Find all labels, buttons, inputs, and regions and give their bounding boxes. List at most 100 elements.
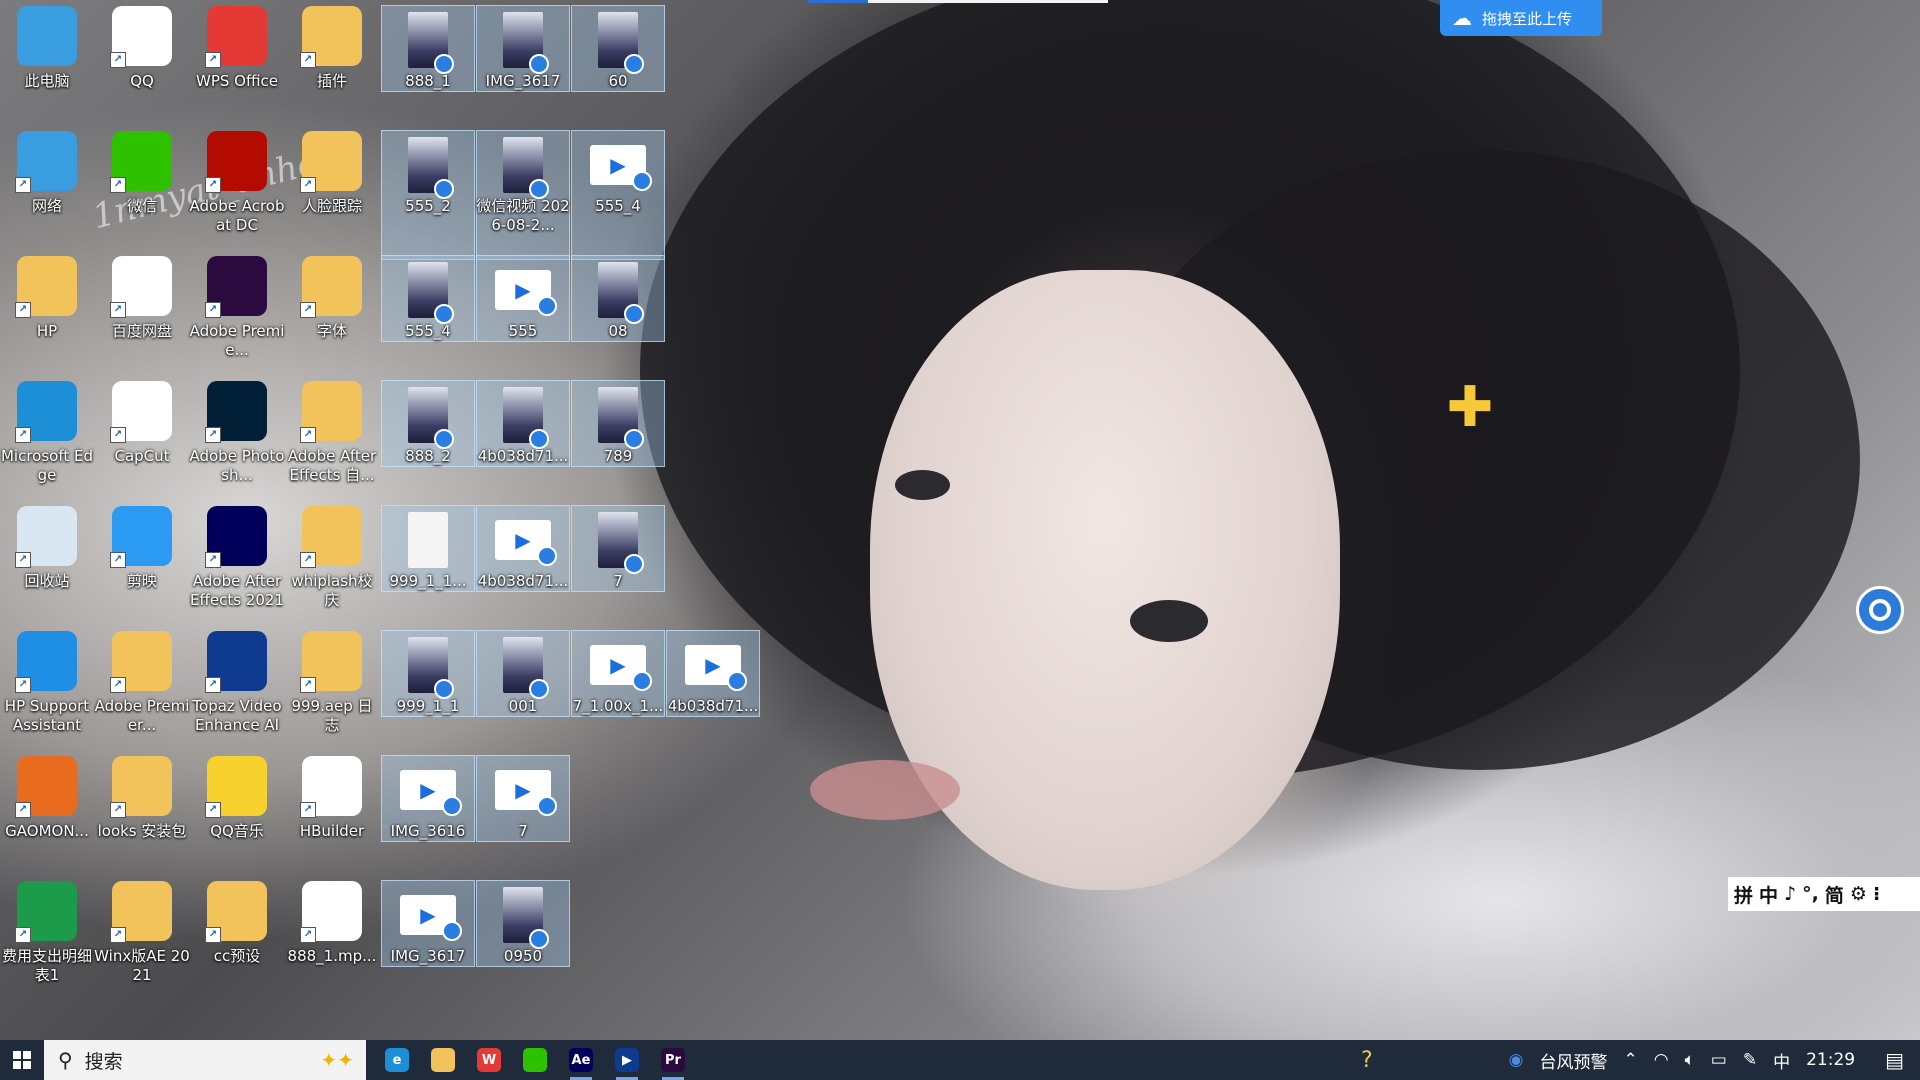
desktop-file[interactable]: 微信视频 2026-08-2...: [476, 130, 570, 260]
ime-toolbar-item[interactable]: ⚙: [1850, 883, 1867, 905]
desktop-icon[interactable]: ↗ HP: [0, 250, 94, 370]
desktop-icon-label: Adobe After Effects 自...: [287, 447, 377, 484]
pen-icon[interactable]: ✎: [1735, 1050, 1765, 1070]
desktop-file[interactable]: ▶ 4b038d71...: [476, 505, 570, 592]
desktop-icon[interactable]: ↗ whiplash校庆: [285, 500, 379, 620]
taskbar-app-topaz[interactable]: ▶: [604, 1040, 650, 1080]
chevron-up-icon[interactable]: ⌃: [1615, 1050, 1645, 1070]
desktop-icon[interactable]: ↗ 人脸跟踪: [285, 125, 379, 245]
desktop-file[interactable]: 999_1_1: [381, 630, 475, 717]
desktop-file[interactable]: 08: [571, 255, 665, 342]
sync-badge-icon: [537, 796, 557, 816]
desktop-file[interactable]: 4b038d71...: [476, 380, 570, 467]
desktop-icon[interactable]: ↗ HBuilder: [285, 750, 379, 870]
sync-badge-icon: [442, 921, 462, 941]
desktop-icon[interactable]: ↗ looks 安装包: [95, 750, 189, 870]
desktop-icon[interactable]: ↗ 插件: [285, 0, 379, 120]
puzzle-icon[interactable]: ✚: [1440, 378, 1500, 438]
premiere-folder-icon: ↗: [110, 631, 172, 693]
desktop-icon[interactable]: ↗ 999.aep 日志: [285, 625, 379, 745]
taskbar-app-after-effects[interactable]: Ae: [558, 1040, 604, 1080]
clock[interactable]: 21:29: [1798, 1050, 1863, 1070]
battery-icon[interactable]: ▭: [1703, 1050, 1735, 1070]
desktop-icon[interactable]: ↗ 剪映: [95, 500, 189, 620]
notification-icon[interactable]: ▤: [1877, 1048, 1912, 1072]
desktop-icon-label: 剪映: [126, 572, 157, 590]
sync-badge-icon: [537, 546, 557, 566]
desktop-file[interactable]: 001: [476, 630, 570, 717]
shortcut-arrow-icon: ↗: [15, 927, 31, 943]
desktop-file[interactable]: ▶ 7: [476, 755, 570, 842]
desktop-icon[interactable]: ↗ GAOMON...: [0, 750, 94, 870]
ime-language[interactable]: 中: [1765, 1048, 1798, 1073]
desktop-file[interactable]: 0950: [476, 880, 570, 967]
desktop-file[interactable]: 789: [571, 380, 665, 467]
desktop-icon[interactable]: ↗ WPS Office: [190, 0, 284, 120]
ime-toolbar-item[interactable]: ♪: [1784, 883, 1796, 905]
desktop-icon-label: cc预设: [213, 947, 261, 965]
desktop-icon[interactable]: ↗ Adobe Premier...: [95, 625, 189, 745]
desktop-file[interactable]: 888_1: [381, 5, 475, 92]
shortcut-arrow-icon: ↗: [300, 427, 316, 443]
volume-icon[interactable]: 🔈︎: [1677, 1050, 1703, 1070]
desktop-icon[interactable]: ↗ Topaz Video Enhance AI: [190, 625, 284, 745]
desktop-icon[interactable]: ↗ CapCut: [95, 375, 189, 495]
desktop-icon[interactable]: ↗ QQ: [95, 0, 189, 120]
start-button[interactable]: [0, 1040, 44, 1080]
desktop-icon[interactable]: ↗ Adobe Acrobat DC: [190, 125, 285, 245]
ime-toolbar[interactable]: 拼中 ♪ °, 简 ⚙ ⁝: [1728, 877, 1920, 911]
wifi-icon[interactable]: ◠: [1646, 1050, 1677, 1070]
desktop-icon[interactable]: ↗ Adobe Photosh...: [189, 375, 285, 495]
desktop-file[interactable]: ▶ 555_4: [571, 130, 665, 260]
weather-alert-icon[interactable]: ◉: [1501, 1050, 1532, 1070]
desktop-file-label: 0950: [503, 947, 543, 965]
desktop-file[interactable]: 555_2: [381, 130, 475, 260]
desktop-file-label: IMG_3617: [485, 72, 561, 90]
shortcut-arrow-icon: ↗: [205, 52, 221, 68]
desktop-file[interactable]: IMG_3617: [476, 5, 570, 92]
taskbar-app-file-explorer[interactable]: [420, 1040, 466, 1080]
desktop-file[interactable]: ▶ IMG_3617: [381, 880, 475, 967]
ime-toolbar-item[interactable]: 拼: [1734, 881, 1753, 908]
taskbar-app-edge[interactable]: e: [374, 1040, 420, 1080]
desktop-file[interactable]: 999_1_1...: [381, 505, 475, 592]
desktop-icon[interactable]: ↗ Adobe After Effects 2021: [190, 500, 284, 620]
taskbar-app-wps[interactable]: W: [466, 1040, 512, 1080]
desktop-icon[interactable]: ↗ 费用支出明细表1: [0, 875, 94, 995]
desktop-file[interactable]: 888_2: [381, 380, 475, 467]
desktop-icon[interactable]: ↗ 888_1.mp...: [285, 875, 379, 995]
wechat-icon: [523, 1048, 547, 1072]
desktop-icon[interactable]: ↗ Microsoft Edge: [0, 375, 94, 495]
desktop-icon[interactable]: ↗ Adobe After Effects 自...: [285, 375, 379, 495]
ime-toolbar-item[interactable]: ⁝: [1873, 883, 1880, 905]
desktop-file[interactable]: ▶ 7_1.00x_1...: [571, 630, 665, 717]
taskbar-app-wechat[interactable]: [512, 1040, 558, 1080]
floating-assistant-ball[interactable]: [1856, 586, 1904, 634]
desktop-file[interactable]: 60: [571, 5, 665, 92]
ime-toolbar-item[interactable]: °,: [1802, 883, 1819, 905]
desktop-file[interactable]: ▶ IMG_3616: [381, 755, 475, 842]
help-icon[interactable]: ?: [1353, 1048, 1381, 1073]
desktop-icon[interactable]: ↗ HP Support Assistant: [0, 625, 94, 745]
desktop-icon[interactable]: ↗ cc预设: [190, 875, 284, 995]
desktop-file[interactable]: 555_4: [381, 255, 475, 342]
video-thumbnail-icon: [408, 137, 454, 199]
desktop-icon[interactable]: ↗ 百度网盘: [95, 250, 189, 370]
desktop-icon[interactable]: ↗ 回收站: [0, 500, 94, 620]
desktop-icon[interactable]: ↗ 网络: [0, 125, 94, 245]
ime-toolbar-item[interactable]: 中: [1759, 881, 1778, 908]
desktop-file[interactable]: 7: [571, 505, 665, 592]
taskbar-app-premiere[interactable]: Pr: [650, 1040, 696, 1080]
desktop-icon[interactable]: ↗ QQ音乐: [190, 750, 284, 870]
weather-alert-text[interactable]: 台风预警: [1531, 1048, 1615, 1073]
desktop-icon[interactable]: ↗ Adobe Premie...: [190, 250, 284, 370]
desktop-icon[interactable]: 此电脑: [0, 0, 94, 120]
desktop-file[interactable]: ▶ 4b038d71...: [666, 630, 760, 717]
taskbar-search-box[interactable]: ⚲ 搜索 ✦✦: [44, 1040, 366, 1080]
desktop-icon[interactable]: ↗ 字体: [285, 250, 379, 370]
desktop-icon[interactable]: ↗ 微信: [95, 125, 189, 245]
desktop-icon[interactable]: ↗ Winx版AE 2021: [94, 875, 190, 995]
ime-toolbar-item[interactable]: 简: [1825, 881, 1844, 908]
desktop-file[interactable]: ▶ 555: [476, 255, 570, 342]
upload-drop-button[interactable]: ☁ 拖拽至此上传: [1440, 0, 1602, 36]
